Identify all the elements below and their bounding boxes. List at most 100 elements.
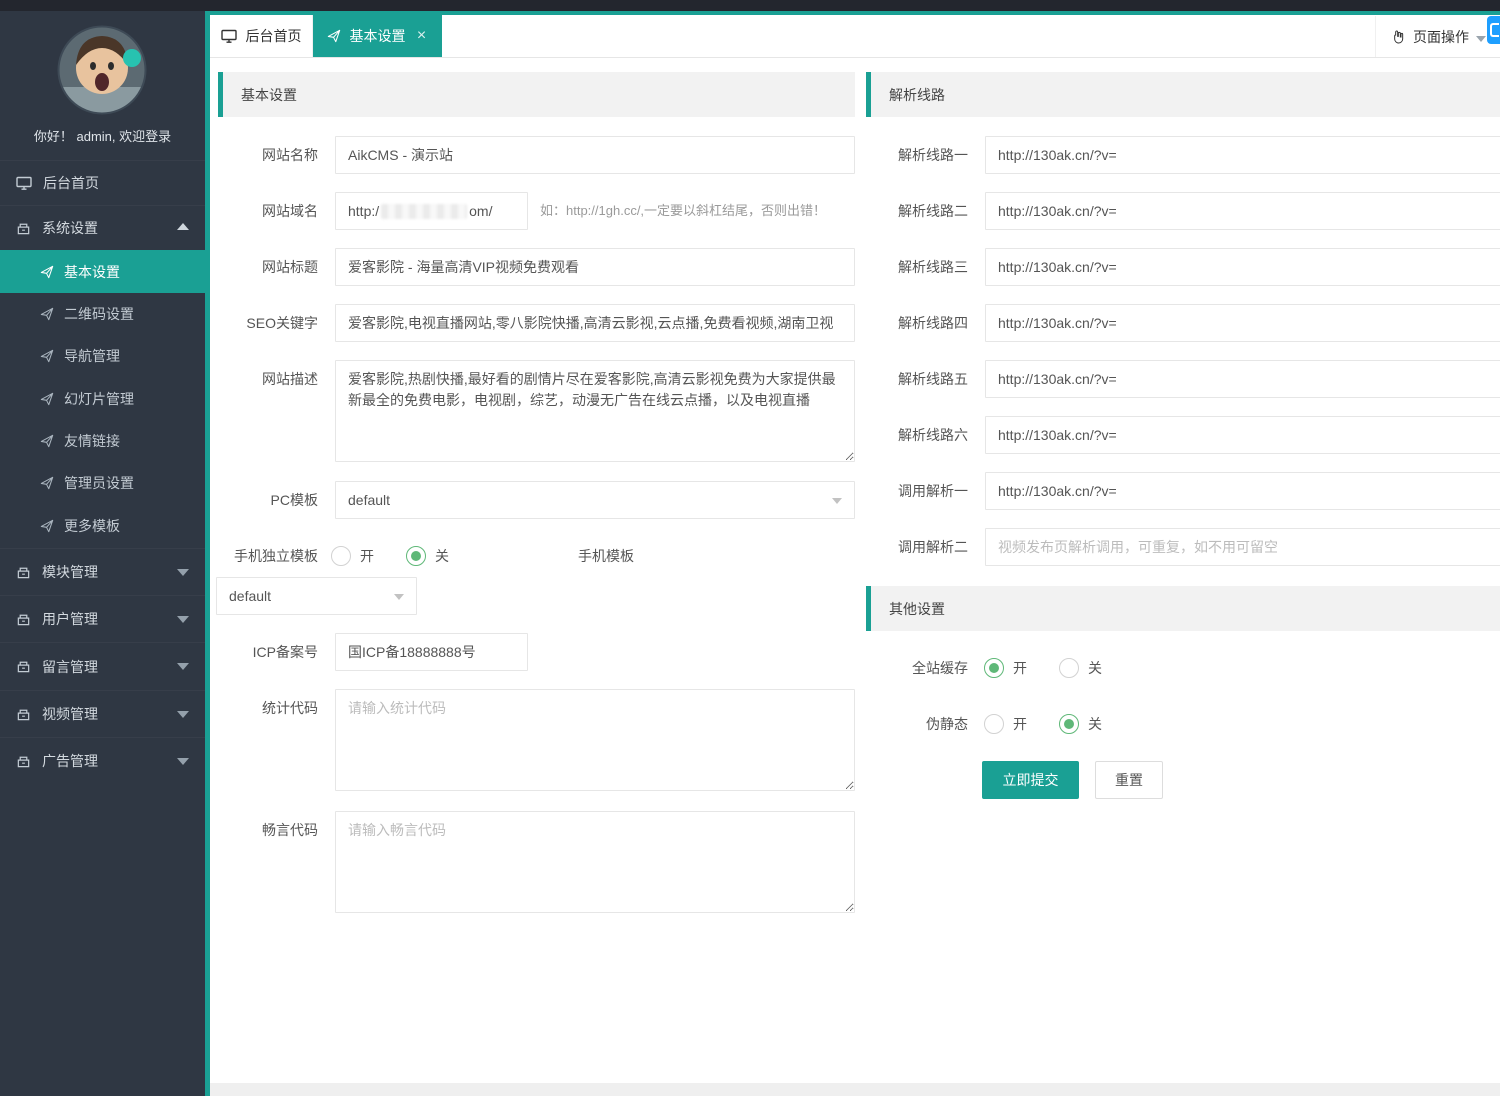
tab-basic-settings[interactable]: 基本设置	[313, 15, 442, 57]
call-parse-1-input[interactable]	[985, 472, 1500, 510]
top-bar	[0, 0, 1500, 11]
sidebar-item-module-management[interactable]: 模块管理	[0, 548, 205, 595]
sidebar-item-friend-links[interactable]: 友情链接	[0, 420, 205, 462]
seo-keywords-label: SEO关键字	[200, 304, 318, 342]
radio-on-label: 开	[360, 546, 374, 566]
sidebar-item-video-management[interactable]: 视频管理	[0, 690, 205, 737]
radio-on[interactable]	[984, 714, 1004, 734]
parse-line-5-input[interactable]	[985, 360, 1500, 398]
pc-template-select[interactable]: default	[335, 481, 855, 519]
sidebar-item-slideshow-management[interactable]: 幻灯片管理	[0, 377, 205, 420]
parse-line-4-input[interactable]	[985, 304, 1500, 342]
icp-input[interactable]	[335, 633, 528, 671]
sidebar-item-label: 视频管理	[42, 704, 98, 724]
radio-on[interactable]	[984, 658, 1004, 678]
page-actions-label: 页面操作	[1413, 27, 1469, 47]
sidebar-item-ad-management[interactable]: 广告管理	[0, 737, 205, 784]
site-title-label: 网站标题	[200, 248, 318, 286]
sidebar-item-message-management[interactable]: 留言管理	[0, 642, 205, 690]
domain-hint-text: 如：http://1gh.cc/,一定要以斜杠结尾，否则出错！	[540, 192, 826, 230]
sidebar-item-label: 导航管理	[64, 346, 120, 366]
panel-title: 其他设置	[889, 599, 945, 619]
send-icon	[40, 392, 54, 406]
mobile-template-select[interactable]: default	[216, 577, 417, 615]
floating-widget-badge[interactable]	[1487, 16, 1500, 44]
chevron-down-icon	[1476, 36, 1486, 42]
avatar[interactable]	[57, 25, 147, 115]
chevron-down-icon	[177, 758, 189, 765]
site-desc-label: 网站描述	[200, 360, 318, 398]
chevron-down-icon	[177, 616, 189, 623]
sidebar-item-admin-settings[interactable]: 管理员设置	[0, 462, 205, 504]
sidebar-item-label: 模块管理	[42, 562, 98, 582]
sidebar-item-home[interactable]: 后台首页	[0, 160, 205, 205]
greeting-text: 你好！ admin, 欢迎登录	[0, 126, 205, 145]
site-desc-textarea[interactable]: 爱客影院,热剧快播,最好看的剧情片尽在爱客影院,高清云影视免费为大家提供最新最全…	[335, 360, 855, 462]
radio-on[interactable]	[331, 546, 351, 566]
site-cache-label: 全站缓存	[850, 649, 968, 687]
sidebar-item-nav-management[interactable]: 导航管理	[0, 335, 205, 377]
sidebar-item-qrcode-settings[interactable]: 二维码设置	[0, 293, 205, 335]
submit-button[interactable]: 立即提交	[982, 761, 1079, 799]
domain-suffix: om/	[469, 203, 492, 219]
page-actions-button[interactable]: 页面操作	[1375, 16, 1500, 57]
rewrite-label: 伪静态	[850, 705, 968, 743]
sidebar-item-label: 幻灯片管理	[64, 389, 134, 409]
sidebar-item-basic-settings[interactable]: 基本设置	[0, 250, 205, 293]
icp-label: ICP备案号	[200, 633, 318, 671]
other-settings-panel-header: 其他设置	[866, 586, 1500, 631]
call-parse-2-label: 调用解析二	[850, 528, 968, 566]
chevron-down-icon	[177, 569, 189, 576]
panel-title: 基本设置	[241, 85, 297, 105]
tab-label: 基本设置	[350, 26, 406, 46]
call-parse-2-input[interactable]	[985, 528, 1500, 566]
site-title-input[interactable]	[335, 248, 855, 286]
parse-line-6-label: 解析线路六	[850, 416, 968, 454]
selected-value: default	[348, 492, 390, 508]
radio-off-label: 关	[1088, 658, 1102, 678]
site-domain-input[interactable]: http:/ om/	[335, 192, 528, 230]
stats-code-textarea[interactable]	[335, 689, 855, 791]
close-icon[interactable]	[415, 29, 429, 43]
mobile-independent-radio-group: 开 关	[331, 537, 449, 575]
panel-title: 解析线路	[889, 85, 945, 105]
sidebar-item-more-templates[interactable]: 更多模板	[0, 504, 205, 548]
tab-home[interactable]: 后台首页	[210, 15, 313, 57]
chevron-down-icon	[177, 663, 189, 670]
parse-line-2-label: 解析线路二	[850, 192, 968, 230]
send-icon	[40, 476, 54, 490]
sidebar-menu: 后台首页 系统设置 基本设置 二维码设置 导航管理	[0, 160, 205, 784]
sidebar-item-label: 基本设置	[64, 262, 120, 282]
drawer-icon	[16, 754, 31, 769]
pc-template-label: PC模板	[200, 481, 318, 519]
hand-pointer-icon	[1390, 29, 1406, 45]
parse-line-6-input[interactable]	[985, 416, 1500, 454]
rewrite-radio-group: 开 关	[984, 705, 1102, 743]
reset-button[interactable]: 重置	[1095, 761, 1163, 799]
radio-off[interactable]	[1059, 658, 1079, 678]
seo-keywords-input[interactable]	[335, 304, 855, 342]
site-domain-label: 网站域名	[200, 192, 318, 230]
site-name-input[interactable]	[335, 136, 855, 174]
drawer-icon	[16, 612, 31, 627]
changyan-code-textarea[interactable]	[335, 811, 855, 913]
send-icon	[40, 519, 54, 533]
parse-line-1-label: 解析线路一	[850, 136, 968, 174]
radio-off-label: 关	[1088, 714, 1102, 734]
tab-label: 后台首页	[246, 26, 302, 46]
radio-off[interactable]	[406, 546, 426, 566]
radio-off[interactable]	[1059, 714, 1079, 734]
parse-line-3-input[interactable]	[985, 248, 1500, 286]
sidebar-item-system-settings[interactable]: 系统设置	[0, 205, 205, 250]
send-icon	[40, 307, 54, 321]
monitor-icon	[16, 175, 32, 191]
monitor-icon	[221, 28, 237, 44]
sidebar-item-user-management[interactable]: 用户管理	[0, 595, 205, 642]
domain-prefix: http:/	[348, 203, 379, 219]
sidebar-item-label: 用户管理	[42, 609, 98, 629]
sidebar-item-label: 二维码设置	[64, 304, 134, 324]
parse-line-1-input[interactable]	[985, 136, 1500, 174]
parse-line-3-label: 解析线路三	[850, 248, 968, 286]
drawer-icon	[16, 221, 31, 236]
parse-line-2-input[interactable]	[985, 192, 1500, 230]
